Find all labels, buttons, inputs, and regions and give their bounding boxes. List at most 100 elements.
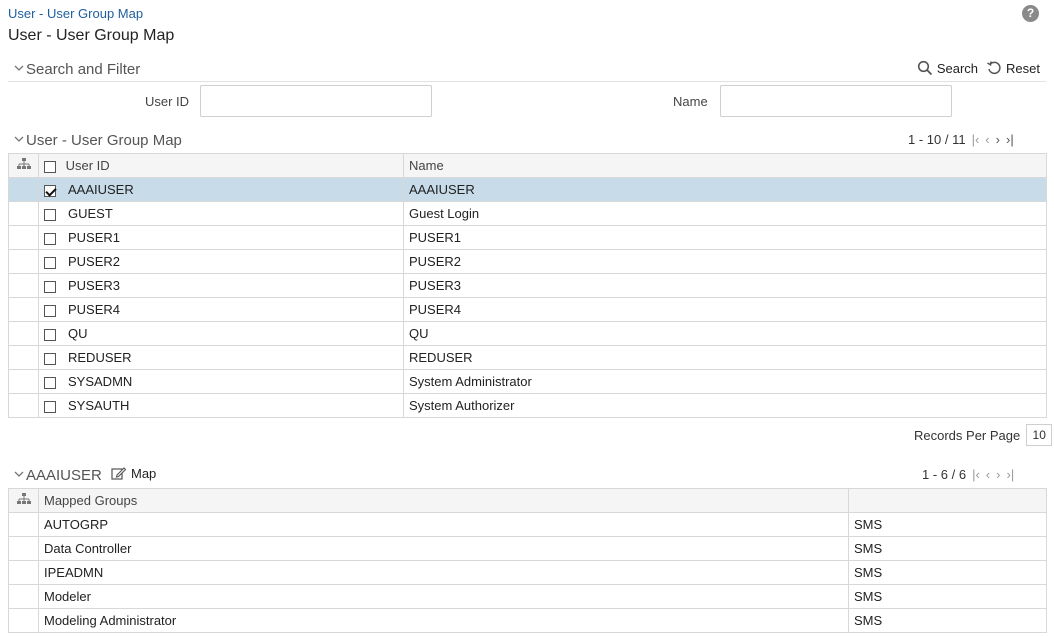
search-icon	[917, 60, 932, 76]
segment-cell[interactable]: SMS	[848, 560, 1047, 585]
user-id-cell[interactable]: PUSER1	[38, 225, 404, 250]
row-checkbox[interactable]	[44, 400, 56, 413]
next-page-icon[interactable]: ›	[996, 132, 1000, 147]
reset-button[interactable]: Reset	[986, 60, 1040, 76]
table-row[interactable]: Modeling Administrator SMS	[8, 608, 1047, 633]
table-row[interactable]: AAAIUSER AAAIUSER	[8, 177, 1047, 202]
mapped-group-cell[interactable]: Modeling Administrator	[38, 608, 849, 633]
search-button[interactable]: Search	[917, 60, 978, 76]
table-row[interactable]: Data Controller SMS	[8, 536, 1047, 561]
table-header-row: Mapped Groups	[8, 488, 1047, 513]
table-row[interactable]: PUSER2 PUSER2	[8, 249, 1047, 274]
user-id-cell[interactable]: PUSER3	[38, 273, 404, 298]
mapped-grid-header[interactable]: AAAIUSER	[8, 466, 1046, 488]
row-checkbox[interactable]	[44, 208, 56, 221]
name-cell[interactable]: REDUSER	[403, 345, 1047, 370]
segment-cell[interactable]: SMS	[848, 536, 1047, 561]
row-spacer	[8, 345, 39, 370]
segment-cell[interactable]: SMS	[848, 608, 1047, 633]
row-checkbox[interactable]	[44, 376, 56, 389]
row-checkbox[interactable]	[44, 232, 56, 245]
user-id-cell[interactable]: REDUSER	[38, 345, 404, 370]
table-header-row: User ID Name	[8, 153, 1047, 178]
user-id-input[interactable]	[200, 85, 432, 117]
name-cell[interactable]: System Administrator	[403, 369, 1047, 394]
records-per-page-input[interactable]: 10	[1026, 424, 1053, 446]
name-cell[interactable]: AAAIUSER	[403, 177, 1047, 202]
table-row[interactable]: SYSAUTH System Authorizer	[8, 393, 1047, 418]
row-checkbox[interactable]	[44, 256, 56, 269]
row-checkbox[interactable]	[44, 304, 56, 317]
row-spacer	[8, 297, 39, 322]
name-cell[interactable]: PUSER4	[403, 297, 1047, 322]
user-id-cell[interactable]: PUSER4	[38, 297, 404, 322]
breadcrumb[interactable]: User - User Group Map	[8, 6, 143, 21]
segment-column-header[interactable]	[848, 488, 1047, 513]
user-id-cell[interactable]: QU	[38, 321, 404, 346]
next-page-icon[interactable]: ›	[996, 467, 1000, 482]
row-checkbox[interactable]	[44, 280, 56, 293]
search-filter-actions: Search Reset	[917, 60, 1040, 76]
user-grid-title: User - User Group Map	[26, 132, 182, 149]
user-grid-header[interactable]: User - User Group Map	[8, 131, 1046, 153]
table-row[interactable]: SYSADMN System Administrator	[8, 369, 1047, 394]
user-id-cell[interactable]: SYSAUTH	[38, 393, 404, 418]
last-page-icon[interactable]: ›|	[1006, 467, 1014, 482]
mapped-group-cell[interactable]: AUTOGRP	[38, 512, 849, 537]
table-row[interactable]: Modeler SMS	[8, 584, 1047, 609]
user-id-column-header[interactable]: User ID	[38, 153, 404, 178]
table-row[interactable]: IPEADMN SMS	[8, 560, 1047, 585]
row-checkbox[interactable]	[44, 328, 56, 341]
row-spacer	[8, 393, 39, 418]
row-spacer	[8, 321, 39, 346]
table-row[interactable]: QU QU	[8, 321, 1047, 346]
row-checkbox[interactable]	[44, 352, 56, 365]
name-input[interactable]	[720, 85, 952, 117]
table-row[interactable]: PUSER1 PUSER1	[8, 225, 1047, 250]
name-cell[interactable]: QU	[403, 321, 1047, 346]
table-row[interactable]: REDUSER REDUSER	[8, 345, 1047, 370]
user-id-label: User ID	[145, 94, 190, 109]
name-cell[interactable]: Guest Login	[403, 201, 1047, 226]
mapped-group-cell[interactable]: IPEADMN	[38, 560, 849, 585]
help-icon[interactable]: ?	[1022, 5, 1039, 22]
table-row[interactable]: AUTOGRP SMS	[8, 512, 1047, 537]
row-spacer	[8, 273, 39, 298]
map-label: Map	[131, 466, 157, 481]
table-row[interactable]: PUSER4 PUSER4	[8, 297, 1047, 322]
name-cell[interactable]: PUSER3	[403, 273, 1047, 298]
prev-page-icon[interactable]: ‹	[985, 132, 989, 147]
hierarchy-icon[interactable]	[8, 488, 39, 513]
chevron-down-icon[interactable]	[14, 469, 24, 479]
name-cell[interactable]: System Authorizer	[403, 393, 1047, 418]
table-row[interactable]: PUSER3 PUSER3	[8, 273, 1047, 298]
name-cell[interactable]: PUSER1	[403, 225, 1047, 250]
mapped-group-cell[interactable]: Data Controller	[38, 536, 849, 561]
search-label: Search	[936, 60, 979, 76]
prev-page-icon[interactable]: ‹	[986, 467, 990, 482]
last-page-icon[interactable]: ›|	[1006, 132, 1014, 147]
segment-cell[interactable]: SMS	[848, 512, 1047, 537]
mapped-group-cell[interactable]: Modeler	[38, 584, 849, 609]
user-id-cell[interactable]: AAAIUSER	[38, 177, 404, 202]
name-column-header[interactable]: Name	[403, 153, 1047, 178]
chevron-down-icon[interactable]	[14, 63, 24, 73]
name-cell[interactable]: PUSER2	[403, 249, 1047, 274]
table-row[interactable]: GUEST Guest Login	[8, 201, 1047, 226]
search-filter-header[interactable]: Search and Filter	[8, 60, 1046, 82]
mapped-groups-table: Mapped Groups AUTOGRP SMS Data Controller S…	[8, 488, 1047, 633]
row-checkbox[interactable]	[44, 184, 56, 197]
row-spacer	[8, 225, 39, 250]
map-button[interactable]: Map	[111, 466, 156, 481]
segment-cell[interactable]: SMS	[848, 584, 1047, 609]
user-id-cell[interactable]: SYSADMN	[38, 369, 404, 394]
user-table: User ID Name AAAIUSER AAAIUSER GUEST Guest …	[8, 153, 1047, 418]
select-all-checkbox[interactable]	[44, 160, 56, 173]
first-page-icon[interactable]: |‹	[972, 132, 980, 147]
hierarchy-icon[interactable]	[8, 153, 39, 178]
first-page-icon[interactable]: |‹	[972, 467, 980, 482]
user-id-cell[interactable]: GUEST	[38, 201, 404, 226]
user-id-cell[interactable]: PUSER2	[38, 249, 404, 274]
chevron-down-icon[interactable]	[14, 134, 24, 144]
mapped-groups-column-header[interactable]: Mapped Groups	[38, 488, 849, 513]
